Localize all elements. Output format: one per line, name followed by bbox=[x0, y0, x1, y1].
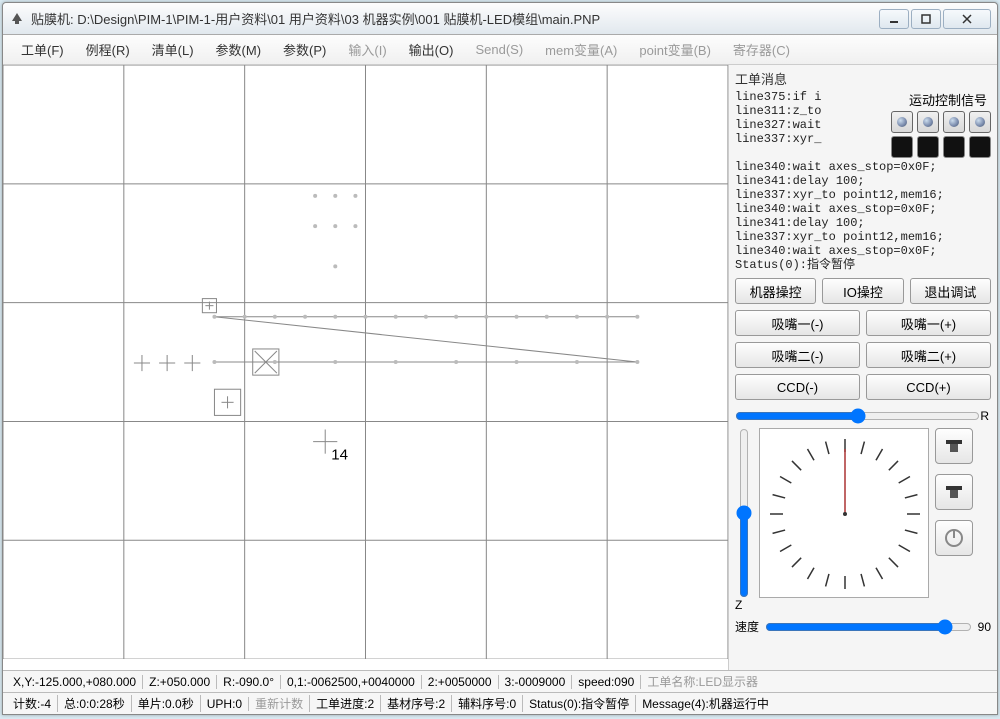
status-xy: X,Y:-125.000,+080.000 bbox=[7, 675, 143, 689]
motion-led-2 bbox=[917, 136, 939, 158]
grid-canvas: 14 bbox=[3, 65, 728, 659]
status-message: Message(4):机器运行中 bbox=[636, 695, 775, 712]
status-bar-1: X,Y:-125.000,+080.000 Z:+050.000 R:-090.… bbox=[3, 670, 997, 692]
maximize-button[interactable] bbox=[911, 9, 941, 29]
menu-例程(R)[interactable]: 例程(R) bbox=[76, 36, 140, 63]
z-axis-label: Z bbox=[735, 598, 742, 612]
tool-icon-2[interactable] bbox=[935, 474, 973, 510]
menu-Send(S): Send(S) bbox=[465, 38, 533, 61]
io-control-button[interactable]: IO操控 bbox=[822, 278, 903, 304]
ccd-plus-button[interactable]: CCD(+) bbox=[866, 374, 991, 400]
panel-title: 工单消息 bbox=[735, 69, 991, 88]
status-aux: 辅料序号:0 bbox=[452, 695, 523, 712]
menu-输入(I): 输入(I) bbox=[338, 36, 396, 63]
app-icon bbox=[9, 11, 25, 27]
log-output: line340:wait axes_stop=0x0F; line341:del… bbox=[735, 160, 991, 272]
status-base: 基材序号:2 bbox=[381, 695, 452, 712]
app-window: 贴膜机: D:\Design\PIM-1\PIM-1-用户资料\01 用户资料\… bbox=[2, 2, 998, 715]
status-recount[interactable]: 重新计数 bbox=[249, 695, 310, 712]
menu-输出(O)[interactable]: 输出(O) bbox=[399, 36, 464, 63]
tool-icon-1[interactable] bbox=[935, 428, 973, 464]
status-p3: 3:-0009000 bbox=[499, 675, 573, 689]
nozzle2-plus-button[interactable]: 吸嘴二(+) bbox=[866, 342, 991, 368]
menu-参数(P)[interactable]: 参数(P) bbox=[273, 36, 336, 63]
menu-寄存器(C): 寄存器(C) bbox=[723, 36, 800, 63]
status-uph: UPH:0 bbox=[201, 697, 249, 711]
z-slider[interactable] bbox=[735, 428, 753, 598]
power-icon[interactable] bbox=[935, 520, 973, 556]
machine-control-button[interactable]: 机器操控 bbox=[735, 278, 816, 304]
status-status: Status(0):指令暂停 bbox=[523, 695, 636, 712]
nozzle2-minus-button[interactable]: 吸嘴二(-) bbox=[735, 342, 860, 368]
titlebar: 贴膜机: D:\Design\PIM-1\PIM-1-用户资料\01 用户资料\… bbox=[3, 3, 997, 35]
status-workorder-name: 工单名称:LED显示器 bbox=[641, 673, 764, 690]
status-total: 总:0:0:28秒 bbox=[58, 695, 132, 712]
exit-debug-button[interactable]: 退出调试 bbox=[910, 278, 991, 304]
status-bar-2: 计数:-4 总:0:0:28秒 单片:0.0秒 UPH:0 重新计数 工单进度:… bbox=[3, 692, 997, 714]
status-progress: 工单进度:2 bbox=[310, 695, 381, 712]
status-r: R:-090.0° bbox=[217, 675, 281, 689]
r-axis-label: R bbox=[980, 409, 989, 423]
motion-led-4 bbox=[969, 136, 991, 158]
status-speed: speed:090 bbox=[572, 675, 641, 689]
status-p2: 2:+0050000 bbox=[422, 675, 499, 689]
motion-led-top-3 bbox=[943, 111, 965, 133]
status-p01: 0,1:-0062500,+0040000 bbox=[281, 675, 422, 689]
status-count: 计数:-4 bbox=[7, 695, 58, 712]
motion-led-1 bbox=[891, 136, 913, 158]
speed-label: 速度 bbox=[735, 618, 759, 635]
motion-led-top-1 bbox=[891, 111, 913, 133]
motion-led-3 bbox=[943, 136, 965, 158]
menu-清单(L)[interactable]: 清单(L) bbox=[142, 36, 204, 63]
content-area: 14 工单消息 line375:if i line311:z_to line32… bbox=[3, 65, 997, 670]
window-title: 贴膜机: D:\Design\PIM-1\PIM-1-用户资料\01 用户资料\… bbox=[31, 9, 879, 28]
menu-mem变量(A): mem变量(A) bbox=[535, 36, 627, 63]
log-short: line375:if i line311:z_to line327:wait l… bbox=[735, 90, 821, 146]
window-controls bbox=[879, 9, 991, 29]
menu-工单(F)[interactable]: 工单(F) bbox=[11, 36, 74, 63]
nozzle1-plus-button[interactable]: 吸嘴一(+) bbox=[866, 310, 991, 336]
status-z: Z:+050.000 bbox=[143, 675, 217, 689]
motion-led-top-2 bbox=[917, 111, 939, 133]
menu-point变量(B): point变量(B) bbox=[629, 36, 721, 63]
motion-led-top-4 bbox=[969, 111, 991, 133]
canvas-area[interactable]: 14 bbox=[3, 65, 729, 670]
cursor-label: 14 bbox=[331, 447, 348, 464]
nozzle1-minus-button[interactable]: 吸嘴一(-) bbox=[735, 310, 860, 336]
close-button[interactable] bbox=[943, 9, 991, 29]
minimize-button[interactable] bbox=[879, 9, 909, 29]
motion-signal-label: 运动控制信号 bbox=[909, 90, 987, 109]
menu-参数(M)[interactable]: 参数(M) bbox=[206, 36, 272, 63]
speed-value: 90 bbox=[978, 620, 991, 634]
rotation-dial[interactable] bbox=[759, 428, 929, 598]
menubar: 工单(F)例程(R)清单(L)参数(M)参数(P)输入(I)输出(O)Send(… bbox=[3, 35, 997, 65]
ccd-minus-button[interactable]: CCD(-) bbox=[735, 374, 860, 400]
speed-slider[interactable] bbox=[765, 619, 972, 635]
motion-led-row bbox=[891, 111, 991, 158]
side-panel: 工单消息 line375:if i line311:z_to line327:w… bbox=[729, 65, 997, 670]
status-single: 单片:0.0秒 bbox=[132, 695, 201, 712]
r-slider[interactable] bbox=[735, 408, 980, 424]
